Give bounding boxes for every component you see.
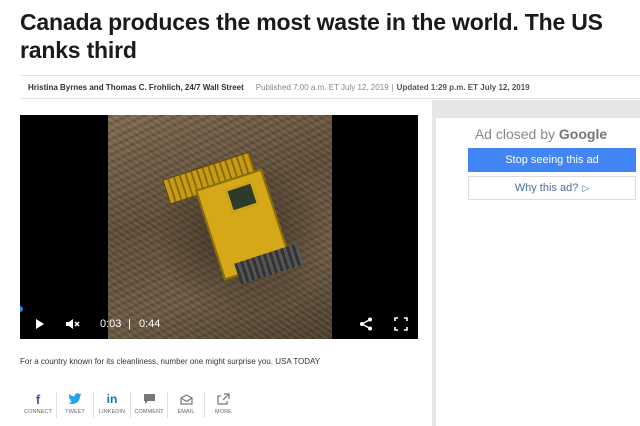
updated-timestamp: Updated 1:29 p.m. ET July 12, 2019 xyxy=(396,82,530,92)
published-timestamp: Published 7:00 a.m. ET July 12, 2019 xyxy=(255,82,389,92)
share-label: MORE xyxy=(215,409,232,415)
stop-seeing-ad-button[interactable]: Stop seeing this ad xyxy=(468,148,636,172)
share-linkedin[interactable]: in LINKEDIN xyxy=(94,392,131,418)
video-time-separator: | xyxy=(128,318,131,330)
linkedin-icon: in xyxy=(106,392,118,406)
byline-separator: | xyxy=(391,82,394,92)
ad-choices-icon: ▷ xyxy=(582,182,590,193)
video-total-time: 0:44 xyxy=(139,318,161,330)
video-player[interactable]: 0:03 | 0:44 xyxy=(20,115,418,339)
share-twitter[interactable]: TWEET xyxy=(57,392,94,418)
share-facebook[interactable]: f CONNECT xyxy=(20,392,57,418)
video-caption: For a country known for its cleanliness,… xyxy=(20,357,321,366)
mute-icon[interactable] xyxy=(66,318,80,330)
article-headline: Canada produces the most waste in the wo… xyxy=(20,9,603,63)
byline-bar: Hristina Byrnes and Thomas C. Frohlich, … xyxy=(20,75,640,99)
twitter-icon xyxy=(68,392,82,406)
share-more[interactable]: MORE xyxy=(205,392,242,418)
fullscreen-icon[interactable] xyxy=(394,317,408,331)
byline-authors: Hristina Byrnes and Thomas C. Frohlich, … xyxy=(28,82,244,92)
why-this-ad-button[interactable]: Why this ad? ▷ xyxy=(468,176,636,200)
ad-closed-text: Ad closed by xyxy=(474,126,556,142)
more-icon xyxy=(217,392,230,406)
share-label: TWEET xyxy=(65,409,85,415)
email-icon xyxy=(179,392,193,406)
share-label: LINKEDIN xyxy=(98,409,126,415)
video-frame-landfill-bulldozer[interactable] xyxy=(108,115,413,339)
share-icon[interactable] xyxy=(359,317,373,331)
ad-closed-message: Ad closed by Google xyxy=(436,126,640,142)
comment-icon xyxy=(143,392,156,406)
share-comment[interactable]: COMMENT xyxy=(131,392,168,418)
share-bar: f CONNECT TWEET in LINKEDIN COMMENT EMAI… xyxy=(20,392,242,418)
video-letterbox xyxy=(332,115,418,339)
share-label: COMMENT xyxy=(134,409,164,415)
video-controls: 0:03 | 0:44 xyxy=(20,309,418,339)
play-icon[interactable] xyxy=(34,318,46,330)
video-current-time: 0:03 xyxy=(100,318,122,330)
google-logo: Google xyxy=(558,126,608,142)
share-email[interactable]: EMAIL xyxy=(168,392,205,418)
share-label: EMAIL xyxy=(177,409,195,415)
facebook-icon: f xyxy=(35,391,41,407)
why-this-ad-label: Why this ad? xyxy=(514,182,579,194)
ad-box: Ad closed by Google Stop seeing this ad … xyxy=(436,118,640,426)
share-label: CONNECT xyxy=(24,409,52,415)
